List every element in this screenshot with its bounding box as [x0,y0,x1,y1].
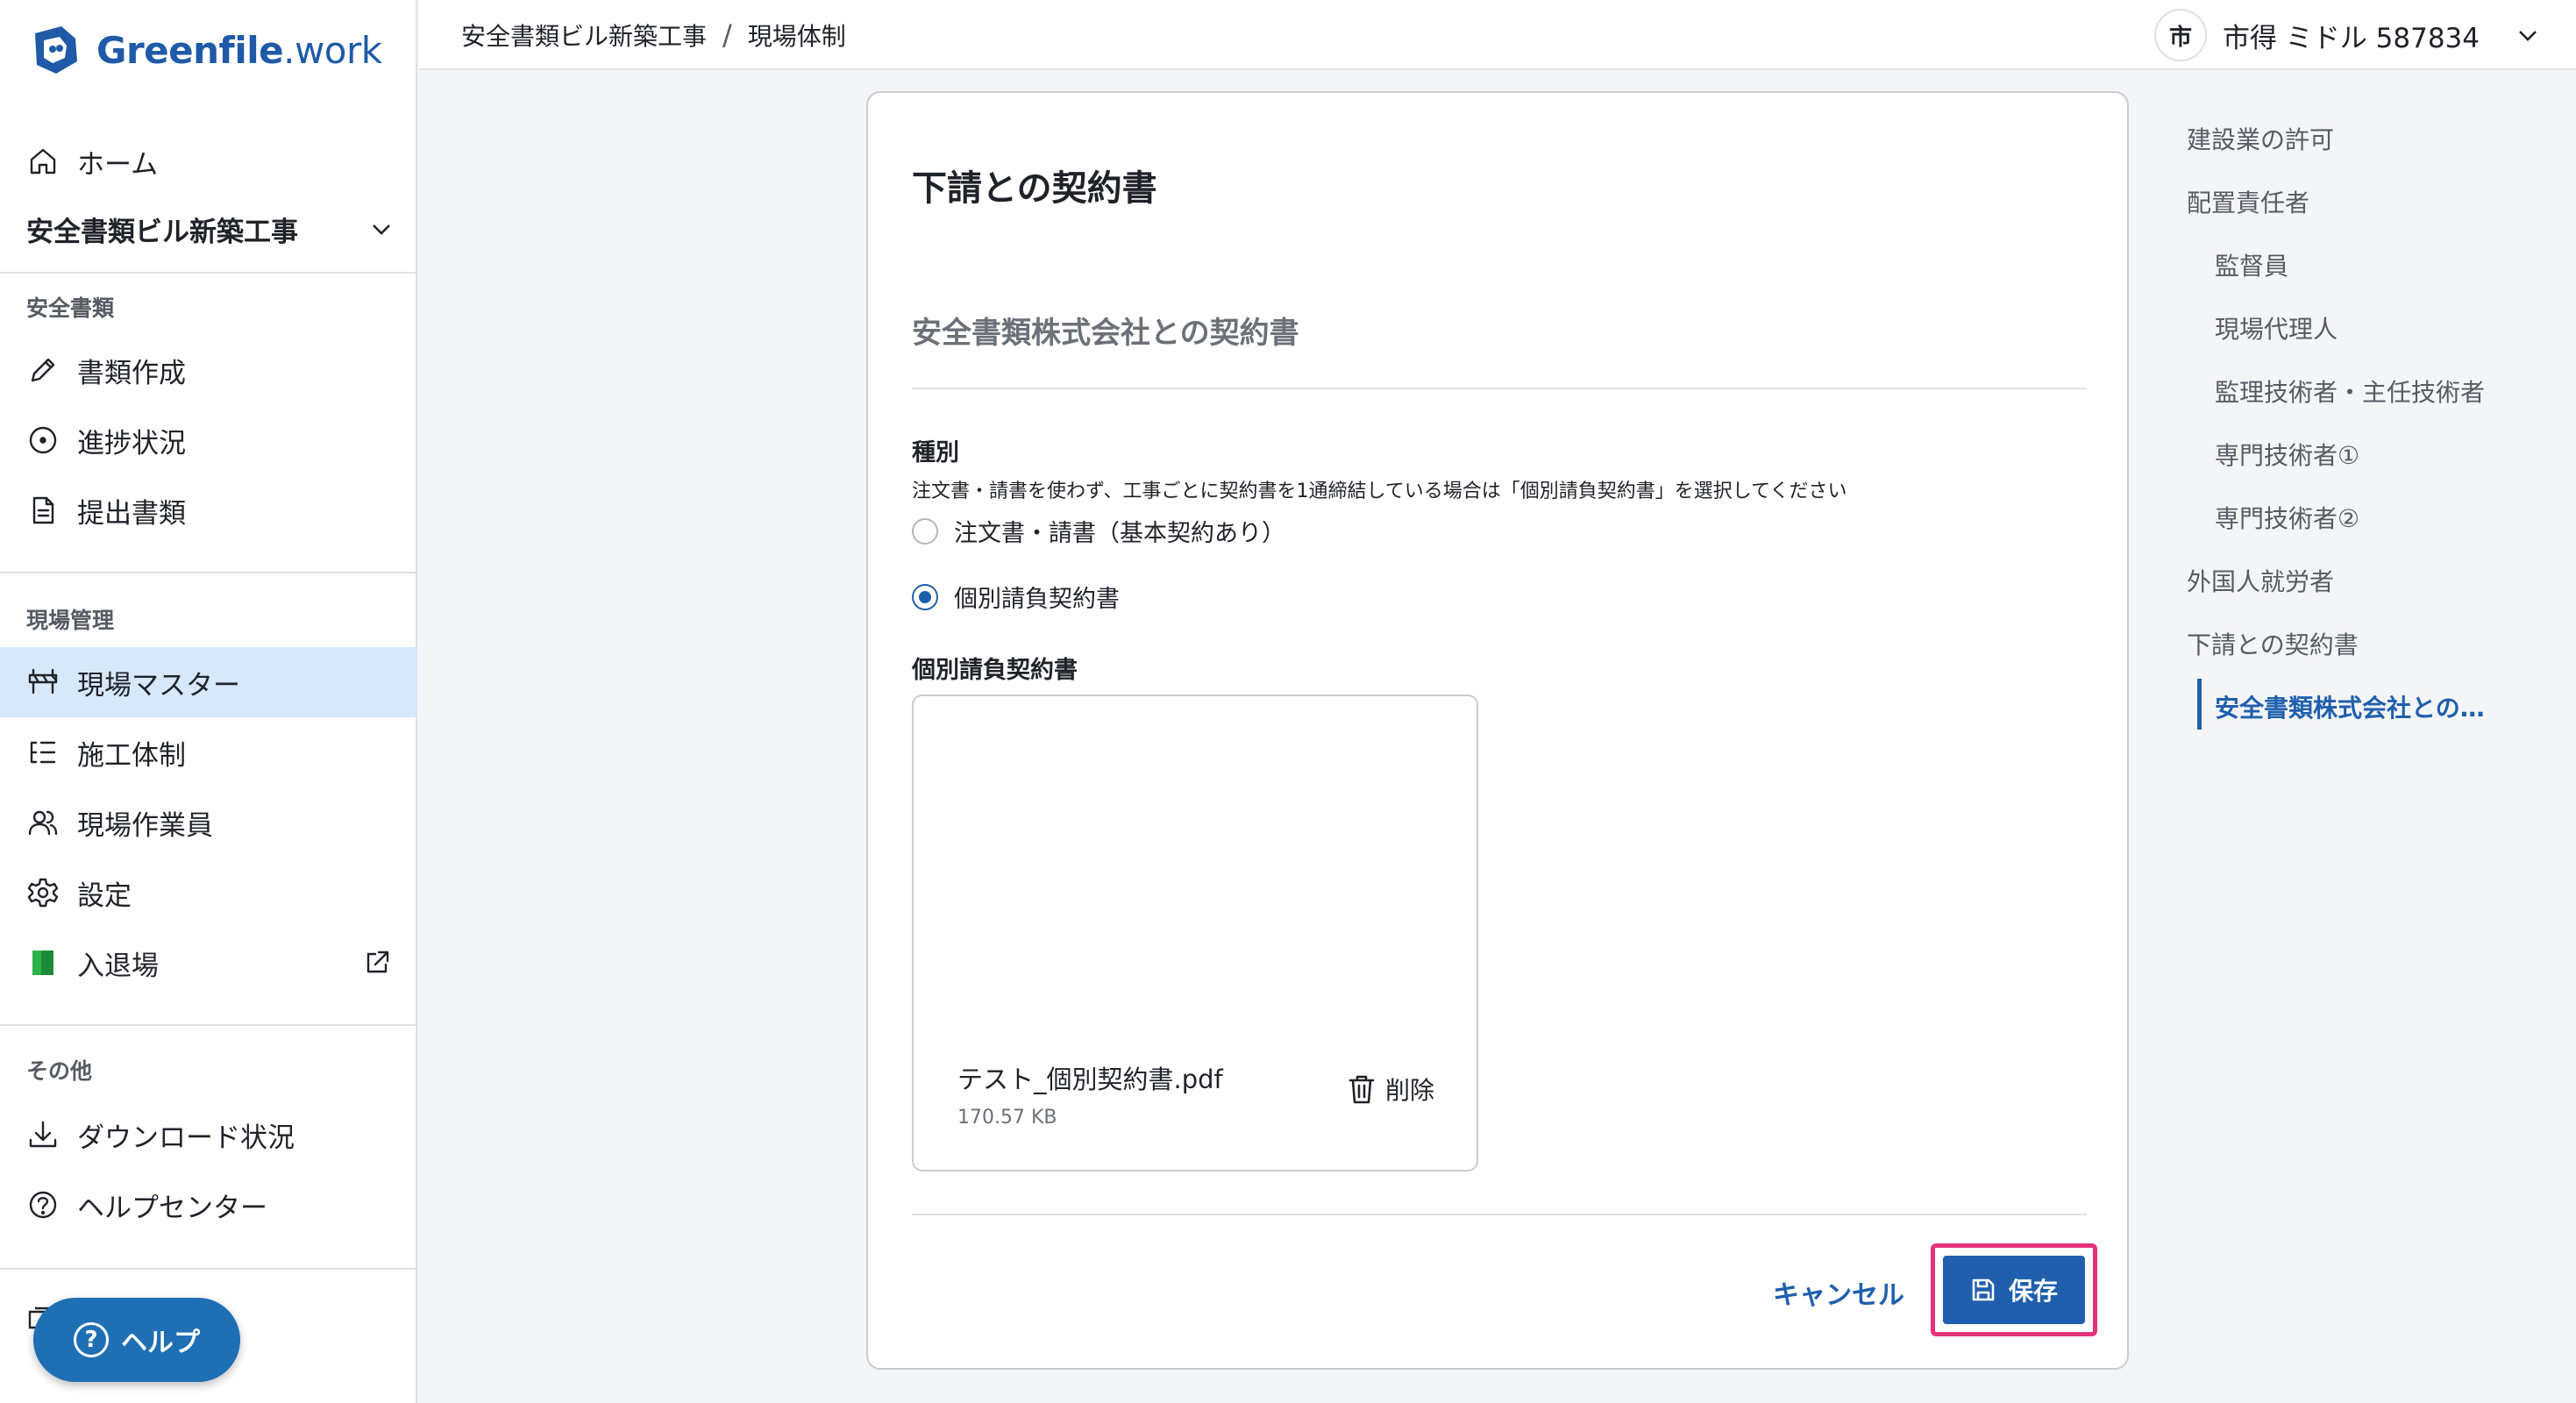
sidebar-item-label: ヘルプセンター [77,1192,267,1224]
progress-circle-icon [26,424,60,457]
users-icon [26,806,60,839]
sidebar-item-label: 設定 [77,880,132,912]
radio-label: 注文書・請書（基本契約あり） [954,520,1285,547]
divider [912,388,2087,389]
toc-item[interactable]: 専門技術者② [2215,500,2359,535]
contract-form-card: 下請との契約書 安全書類株式会社との契約書 種別 注文書・請書を使わず、工事ごと… [866,91,2129,1370]
logo-name: Greenfile [96,28,284,72]
radio-option-individual-contract[interactable]: 個別請負契約書 [912,580,1120,614]
entry-exit-app-icon [26,946,60,979]
sidebar-item-label: 提出書類 [77,497,186,530]
save-label: 保存 [2008,1277,2058,1306]
sidebar-item-label: 施工体制 [77,739,186,772]
radio-button[interactable] [912,517,938,545]
sidebar-item-label: 現場作業員 [77,809,213,842]
sidebar-item-entry-exit[interactable]: 入退場 [0,928,417,998]
toc-item[interactable]: 現場代理人 [2215,310,2338,345]
section-subtitle: 安全書類株式会社との契約書 [912,316,1299,351]
document-icon [26,494,60,527]
sidebar-item-label: 現場マスター [77,669,240,702]
sidebar-item-progress[interactable]: 進捗状況 [0,405,417,475]
sidebar-divider [0,1268,417,1270]
breadcrumb-item-current: 現場体制 [747,22,846,51]
save-icon [1972,1278,1995,1301]
project-name: 安全書類ビル新築工事 [26,216,298,248]
toc-item[interactable]: 配置責任者 [2187,184,2309,219]
external-link-icon [363,949,391,977]
user-menu[interactable]: 市 市得 ミドル 587834 [2153,7,2541,63]
sidebar-item-create-documents[interactable]: 書類作成 [0,335,417,405]
sidebar-item-settings[interactable]: 設定 [0,858,417,928]
save-button[interactable]: 保存 [1943,1256,2085,1324]
gear-icon [26,876,60,909]
sidebar-item-label: 進捗状況 [77,427,186,459]
toc-item[interactable]: 建設業の許可 [2187,121,2334,156]
sidebar-item-construction-system[interactable]: 施工体制 [0,717,417,787]
section-label-safety: 安全書類 [26,296,115,321]
breadcrumb-separator: / [722,18,732,52]
barrier-icon [26,666,60,699]
sidebar-item-label: ホーム [77,148,159,181]
trash-icon [1348,1075,1375,1104]
chevron-down-icon [373,224,390,235]
top-header: 安全書類ビル新築工事 / 現場体制 市 市得 ミドル 587834 [419,0,2576,70]
home-icon [26,145,60,178]
file-size: 170.57 KB [957,1107,1057,1129]
sidebar-item-help-center[interactable]: ヘルプセンター [0,1170,417,1240]
sidebar-item-label: ダウンロード状況 [77,1122,295,1154]
file-name: テスト_個別契約書.pdf [957,1065,1223,1094]
section-label-other: その他 [26,1058,93,1084]
toc-active-indicator [2197,679,2202,730]
logo-text: Greenfile.work [96,29,382,72]
logo-suffix: .work [283,28,382,72]
sidebar-item-download-status[interactable]: ダウンロード状況 [0,1100,417,1170]
toc-item-active[interactable]: 安全書類株式会社との… [2215,689,2485,724]
user-name: 市得 ミドル 587834 [2222,22,2480,54]
sidebar-item-submitted-documents[interactable]: 提出書類 [0,475,417,545]
sidebar-item-home[interactable]: ホーム [0,126,417,196]
help-circle-icon [26,1188,60,1221]
question-icon: ? [74,1322,109,1357]
divider [912,1214,2087,1215]
file-preview-card[interactable]: テスト_個別契約書.pdf 170.57 KB 削除 [912,694,1478,1172]
section-label-site: 現場管理 [26,608,115,633]
sidebar-item-label: 書類作成 [77,357,186,389]
sidebar-divider [0,572,417,573]
help-button-label: ヘルプ [121,1328,200,1358]
avatar: 市 [2153,9,2207,61]
help-floating-button[interactable]: ? ヘルプ [33,1298,240,1382]
cancel-button[interactable]: キャンセル [1773,1273,1904,1312]
page-title: 下請との契約書 [912,168,1157,209]
sidebar: Greenfile.work ホーム 安全書類ビル新築工事 安全書類 書類作成 … [0,0,417,1403]
toc-item[interactable]: 監督員 [2215,247,2288,282]
sidebar-divider [0,1024,417,1026]
download-icon [26,1118,60,1151]
chevron-down-icon [2519,31,2537,41]
radio-label: 個別請負契約書 [954,586,1120,613]
project-select[interactable]: 安全書類ビル新築工事 [26,207,395,251]
logo[interactable]: Greenfile.work [26,19,382,81]
breadcrumb-item-project[interactable]: 安全書類ビル新築工事 [461,18,707,53]
radio-option-order-form[interactable]: 注文書・請書（基本契約あり） [912,514,1285,548]
sidebar-item-site-master[interactable]: 現場マスター [0,647,417,717]
hierarchy-list-icon [26,736,60,769]
greenfile-logo-icon [35,26,77,74]
toc-item[interactable]: 専門技術者① [2215,437,2359,472]
delete-label: 削除 [1385,1076,1435,1105]
radio-button-selected[interactable] [912,583,938,610]
type-help-text: 注文書・請書を使わず、工事ごとに契約書を1通締結している場合は「個別請負契約書」… [912,481,1847,502]
file-label: 個別請負契約書 [912,657,1078,684]
type-label: 種別 [912,439,959,466]
sidebar-item-label: 入退場 [77,950,159,982]
toc-item[interactable]: 監理技術者・主任技術者 [2215,374,2485,409]
sidebar-item-site-workers[interactable]: 現場作業員 [0,787,417,858]
toc-item[interactable]: 外国人就労者 [2187,563,2334,598]
delete-file-button[interactable]: 削除 [1347,1072,1434,1107]
pencil-icon [26,353,60,387]
breadcrumb: 安全書類ビル新築工事 / 現場体制 [461,18,846,53]
toc-item[interactable]: 下請との契約書 [2187,626,2359,661]
sidebar-divider [0,272,417,274]
